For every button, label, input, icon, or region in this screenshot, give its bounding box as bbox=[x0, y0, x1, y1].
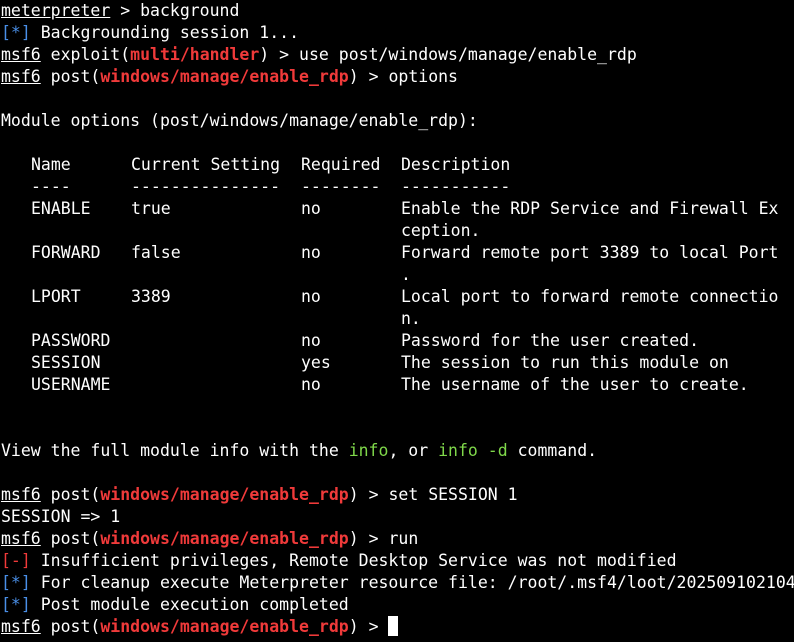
option-required: no bbox=[301, 375, 321, 394]
output-text: Post module execution completed bbox=[30, 595, 349, 614]
option-name: LPORT bbox=[31, 287, 81, 306]
option-description-wrap: ception. bbox=[401, 221, 481, 240]
terminal-window[interactable]: meterpreter > background [*] Backgroundi… bbox=[0, 0, 794, 642]
option-setting: false bbox=[131, 243, 181, 262]
table-row-continuation: . bbox=[1, 264, 794, 286]
option-name: SESSION bbox=[31, 353, 101, 372]
module-name: windows/manage/enable_rdp bbox=[100, 485, 349, 504]
options-table-divider: ---- --------------- -------- ----------… bbox=[1, 176, 794, 198]
option-name: ENABLE bbox=[31, 199, 91, 218]
module-name: multi/handler bbox=[130, 45, 260, 64]
msf-prompt: msf6 bbox=[1, 67, 41, 86]
command-text: ) > options bbox=[348, 67, 458, 86]
header-description: Description bbox=[401, 155, 511, 174]
command-text: ) > set SESSION 1 bbox=[348, 485, 518, 504]
terminal-line: meterpreter > background bbox=[1, 0, 794, 22]
module-name: windows/manage/enable_rdp bbox=[100, 67, 349, 86]
option-name: USERNAME bbox=[31, 375, 111, 394]
info-command-link: info bbox=[348, 441, 389, 460]
error-tag: [-] bbox=[1, 551, 31, 570]
msf-prompt: msf6 bbox=[1, 45, 41, 64]
table-row: LPORT 3389 no Local port to forward remo… bbox=[1, 286, 794, 308]
msf-prompt: msf6 bbox=[1, 529, 41, 548]
table-row: USERNAME no The username of the user to … bbox=[1, 374, 794, 396]
terminal-line: View the full module info with the info,… bbox=[1, 440, 794, 462]
terminal-line: [-] Insufficient privileges, Remote Desk… bbox=[1, 550, 794, 572]
terminal-line: SESSION => 1 bbox=[1, 507, 121, 526]
table-row-continuation: ception. bbox=[1, 220, 794, 242]
option-required: no bbox=[301, 331, 321, 350]
option-description: The username of the user to create. bbox=[401, 375, 749, 394]
output-text: Insufficient privileges, Remote Desktop … bbox=[30, 551, 677, 570]
header-required: Required bbox=[301, 155, 381, 174]
option-description: Enable the RDP Service and Firewall Ex bbox=[401, 199, 779, 218]
msf-prompt: msf6 bbox=[1, 617, 41, 636]
terminal-line: msf6 post(windows/manage/enable_rdp) > o… bbox=[1, 66, 794, 88]
divider-setting: --------------- bbox=[131, 177, 281, 196]
info-tag: [*] bbox=[1, 573, 31, 592]
divider-description: ----------- bbox=[401, 177, 511, 196]
option-setting: true bbox=[131, 199, 171, 218]
header-setting: Current Setting bbox=[131, 155, 281, 174]
option-name: PASSWORD bbox=[31, 331, 111, 350]
option-description: The session to run this module on bbox=[401, 353, 729, 372]
option-description-wrap: n. bbox=[401, 309, 421, 328]
command-text: ) > bbox=[348, 617, 389, 636]
info-d-command-link: info -d bbox=[438, 441, 508, 460]
command-text: ) > use post/windows/manage/enable_rdp bbox=[259, 45, 637, 64]
prompt-prefix: exploit( bbox=[40, 45, 131, 64]
table-row-continuation: n. bbox=[1, 308, 794, 330]
prompt-prefix: post( bbox=[40, 529, 101, 548]
info-tag: [*] bbox=[1, 23, 31, 42]
option-name: FORWARD bbox=[31, 243, 101, 262]
prompt-prefix: post( bbox=[40, 617, 101, 636]
output-text: For cleanup execute Meterpreter resource… bbox=[30, 573, 794, 592]
header-name: Name bbox=[31, 155, 71, 174]
option-required: no bbox=[301, 199, 321, 218]
option-setting: 3389 bbox=[131, 287, 171, 306]
info-tag: [*] bbox=[1, 595, 31, 614]
option-description: Password for the user created. bbox=[401, 331, 700, 350]
output-text: Backgrounding session 1... bbox=[30, 23, 300, 42]
table-row: PASSWORD no Password for the user create… bbox=[1, 330, 794, 352]
table-row: FORWARD false no Forward remote port 338… bbox=[1, 242, 794, 264]
meterpreter-prompt: meterpreter bbox=[1, 1, 111, 20]
terminal-line: [*] For cleanup execute Meterpreter reso… bbox=[1, 572, 794, 594]
command-text: > background bbox=[110, 1, 240, 20]
terminal-input-line[interactable]: msf6 post(windows/manage/enable_rdp) > bbox=[1, 616, 794, 638]
option-required: yes bbox=[301, 353, 331, 372]
terminal-line: msf6 post(windows/manage/enable_rdp) > r… bbox=[1, 528, 794, 550]
terminal-line: msf6 post(windows/manage/enable_rdp) > s… bbox=[1, 484, 794, 506]
table-row: SESSION yes The session to run this modu… bbox=[1, 352, 794, 374]
terminal-line: msf6 exploit(multi/handler) > use post/w… bbox=[1, 44, 794, 66]
option-required: no bbox=[301, 243, 321, 262]
terminal-line: [*] Post module execution completed bbox=[1, 594, 794, 616]
output-text: command. bbox=[507, 441, 598, 460]
prompt-prefix: post( bbox=[40, 67, 101, 86]
module-name: windows/manage/enable_rdp bbox=[100, 529, 349, 548]
terminal-line: [*] Backgrounding session 1... bbox=[1, 22, 794, 44]
module-options-heading: Module options (post/windows/manage/enab… bbox=[1, 111, 478, 130]
table-row: ENABLE true no Enable the RDP Service an… bbox=[1, 198, 794, 220]
divider-name: ---- bbox=[31, 177, 71, 196]
option-description-wrap: . bbox=[401, 265, 411, 284]
options-table-header: Name Current Setting Required Descriptio… bbox=[1, 154, 794, 176]
module-name: windows/manage/enable_rdp bbox=[100, 617, 349, 636]
prompt-prefix: post( bbox=[40, 485, 101, 504]
option-description: Local port to forward remote connectio bbox=[401, 287, 779, 306]
output-text: , or bbox=[388, 441, 439, 460]
option-description: Forward remote port 3389 to local Port bbox=[401, 243, 779, 262]
text-cursor[interactable] bbox=[388, 616, 399, 636]
divider-required: -------- bbox=[301, 177, 381, 196]
option-required: no bbox=[301, 287, 321, 306]
command-text: ) > run bbox=[348, 529, 419, 548]
output-text: View the full module info with the bbox=[1, 441, 349, 460]
